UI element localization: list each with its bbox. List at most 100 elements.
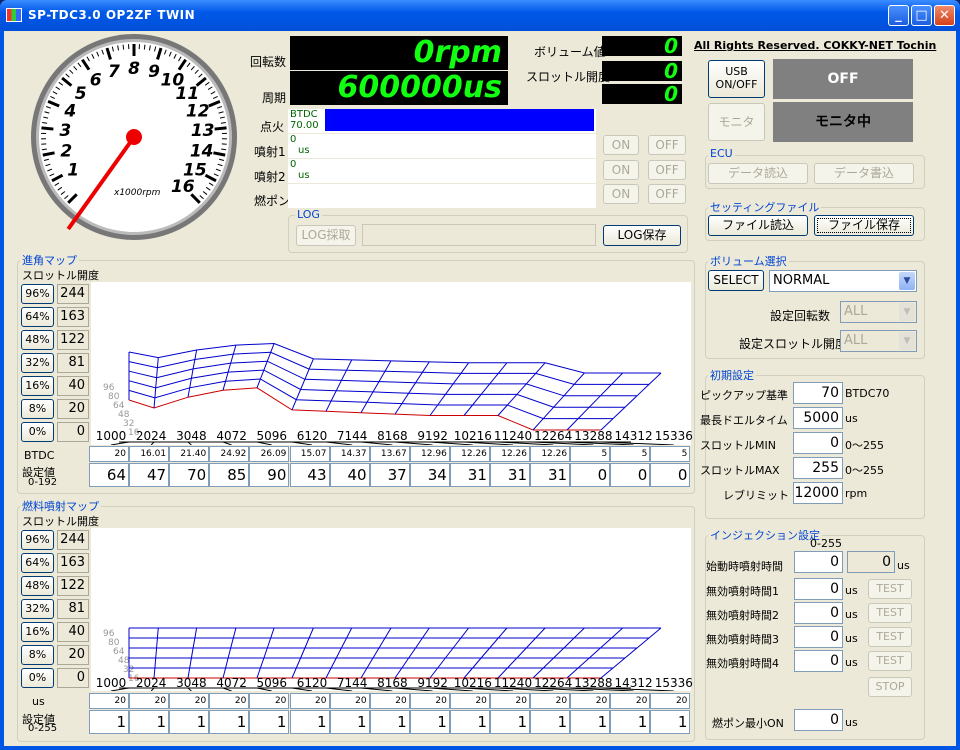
monitor-button[interactable]: モニタ — [708, 103, 765, 141]
map-cell[interactable]: 20 — [610, 693, 651, 709]
map-cell[interactable]: 1 — [610, 710, 651, 734]
injection-row-input[interactable]: 0 — [794, 602, 843, 624]
pump-on-button[interactable]: ON — [603, 184, 639, 204]
map-cell[interactable]: 31 — [490, 463, 530, 487]
inj2-on-button[interactable]: ON — [603, 160, 639, 180]
ecu-write-button[interactable]: データ書込 — [814, 163, 914, 184]
initial-row-input[interactable]: 12000 — [793, 482, 843, 504]
test-button[interactable]: TEST — [868, 603, 912, 623]
throttle-percent-button[interactable]: 64% — [21, 553, 54, 573]
throttle-percent-button[interactable]: 16% — [21, 376, 54, 396]
map-cell[interactable]: 70 — [169, 463, 210, 487]
initial-row-input[interactable]: 255 — [793, 457, 843, 479]
map-cell[interactable]: 16.01 — [129, 446, 170, 462]
title-bar[interactable]: SP-TDC3.0 OP2ZF TWIN _ □ ✕ — [0, 0, 960, 31]
map-cell[interactable]: 1 — [449, 710, 490, 734]
minimize-button[interactable]: _ — [888, 5, 909, 26]
map-cell[interactable]: 20 — [530, 693, 571, 709]
log-path-field[interactable] — [362, 224, 596, 246]
throttle-percent-button[interactable]: 96% — [21, 284, 54, 304]
initial-row-input[interactable]: 0 — [793, 432, 843, 454]
map-cell[interactable]: 20 — [89, 446, 129, 462]
throttle-percent-button[interactable]: 16% — [21, 622, 54, 642]
throttle-percent-button[interactable]: 64% — [21, 307, 54, 327]
map-cell[interactable]: 1 — [369, 710, 410, 734]
map-cell[interactable]: 1 — [89, 710, 129, 734]
ecu-read-button[interactable]: データ読込 — [708, 163, 808, 184]
map-cell[interactable]: 47 — [129, 463, 170, 487]
map-cell[interactable]: 13.67 — [369, 446, 410, 462]
maximize-button[interactable]: □ — [911, 5, 932, 26]
file-read-button[interactable]: ファイル読込 — [708, 215, 808, 236]
map-cell[interactable]: 40 — [329, 463, 370, 487]
usb-onoff-button[interactable]: USB ON/OFF — [708, 60, 765, 98]
chevron-down-icon[interactable]: ▼ — [899, 272, 915, 290]
map-cell[interactable]: 12.26 — [449, 446, 490, 462]
injection-row-input[interactable]: 0 — [794, 626, 843, 648]
pump-off-button[interactable]: OFF — [648, 184, 686, 204]
map-cell[interactable]: 1 — [249, 710, 290, 734]
map-cell[interactable]: 1 — [289, 710, 330, 734]
map-cell[interactable]: 12.96 — [409, 446, 450, 462]
test-button[interactable]: TEST — [868, 651, 912, 671]
throttle-percent-button[interactable]: 0% — [21, 422, 54, 442]
map-cell[interactable]: 20 — [369, 693, 410, 709]
throttle-percent-button[interactable]: 8% — [21, 645, 54, 665]
throttle-percent-button[interactable]: 48% — [21, 330, 54, 350]
map-cell[interactable]: 12.26 — [490, 446, 530, 462]
map-cell[interactable]: 14.37 — [329, 446, 370, 462]
map-cell[interactable]: 0 — [570, 463, 611, 487]
map-cell[interactable]: 20 — [169, 693, 210, 709]
map-cell[interactable]: 20 — [89, 693, 129, 709]
throttle-percent-button[interactable]: 8% — [21, 399, 54, 419]
map-cell[interactable]: 37 — [369, 463, 410, 487]
map-cell[interactable]: 20 — [249, 693, 290, 709]
throttle-percent-button[interactable]: 32% — [21, 599, 54, 619]
throttle-percent-button[interactable]: 32% — [21, 353, 54, 373]
map-cell[interactable]: 5 — [570, 446, 611, 462]
stop-button[interactable]: STOP — [868, 677, 912, 697]
map-cell[interactable]: 5 — [650, 446, 691, 462]
map-cell[interactable]: 1 — [129, 710, 170, 734]
map-cell[interactable]: 0 — [650, 463, 691, 487]
initial-row-input[interactable]: 5000 — [793, 407, 843, 429]
inj2-off-button[interactable]: OFF — [648, 160, 686, 180]
close-button[interactable]: ✕ — [934, 5, 955, 26]
injection-row-input[interactable]: 0 — [794, 650, 843, 672]
map-cell[interactable]: 20 — [490, 693, 530, 709]
throttle-percent-button[interactable]: 96% — [21, 530, 54, 550]
map-cell[interactable]: 1 — [409, 710, 450, 734]
setting-throttle-select[interactable]: ALL ▼ — [840, 330, 917, 352]
log-capture-button[interactable]: LOG採取 — [296, 225, 356, 246]
map-cell[interactable]: 34 — [409, 463, 450, 487]
inj1-on-button[interactable]: ON — [603, 135, 639, 155]
map-cell[interactable]: 12.26 — [530, 446, 571, 462]
chevron-down-icon[interactable]: ▼ — [899, 303, 915, 321]
injection-row-input[interactable]: 0 — [794, 578, 843, 600]
map-cell[interactable]: 64 — [89, 463, 129, 487]
map-cell[interactable]: 24.92 — [209, 446, 250, 462]
pump-min-input[interactable]: 0 — [794, 709, 843, 731]
test-button[interactable]: TEST — [868, 627, 912, 647]
map-cell[interactable]: 0 — [610, 463, 651, 487]
map-cell[interactable]: 5 — [610, 446, 651, 462]
map-cell[interactable]: 20 — [449, 693, 490, 709]
map-cell[interactable]: 90 — [249, 463, 290, 487]
map-cell[interactable]: 21.40 — [169, 446, 210, 462]
map-cell[interactable]: 43 — [289, 463, 330, 487]
map-cell[interactable]: 20 — [209, 693, 250, 709]
inj1-off-button[interactable]: OFF — [648, 135, 686, 155]
map-cell[interactable]: 26.09 — [249, 446, 290, 462]
throttle-percent-button[interactable]: 0% — [21, 668, 54, 688]
chevron-down-icon[interactable]: ▼ — [899, 332, 915, 350]
log-save-button[interactable]: LOG保存 — [603, 225, 681, 246]
map-cell[interactable]: 20 — [289, 693, 330, 709]
file-save-button[interactable]: ファイル保存 — [814, 215, 914, 236]
select-button[interactable]: SELECT — [708, 270, 764, 291]
map-cell[interactable]: 1 — [490, 710, 530, 734]
map-cell[interactable]: 20 — [329, 693, 370, 709]
map-cell[interactable]: 1 — [530, 710, 571, 734]
map-cell[interactable]: 1 — [209, 710, 250, 734]
map-cell[interactable]: 1 — [570, 710, 611, 734]
mode-select[interactable]: NORMAL ▼ — [769, 270, 917, 292]
